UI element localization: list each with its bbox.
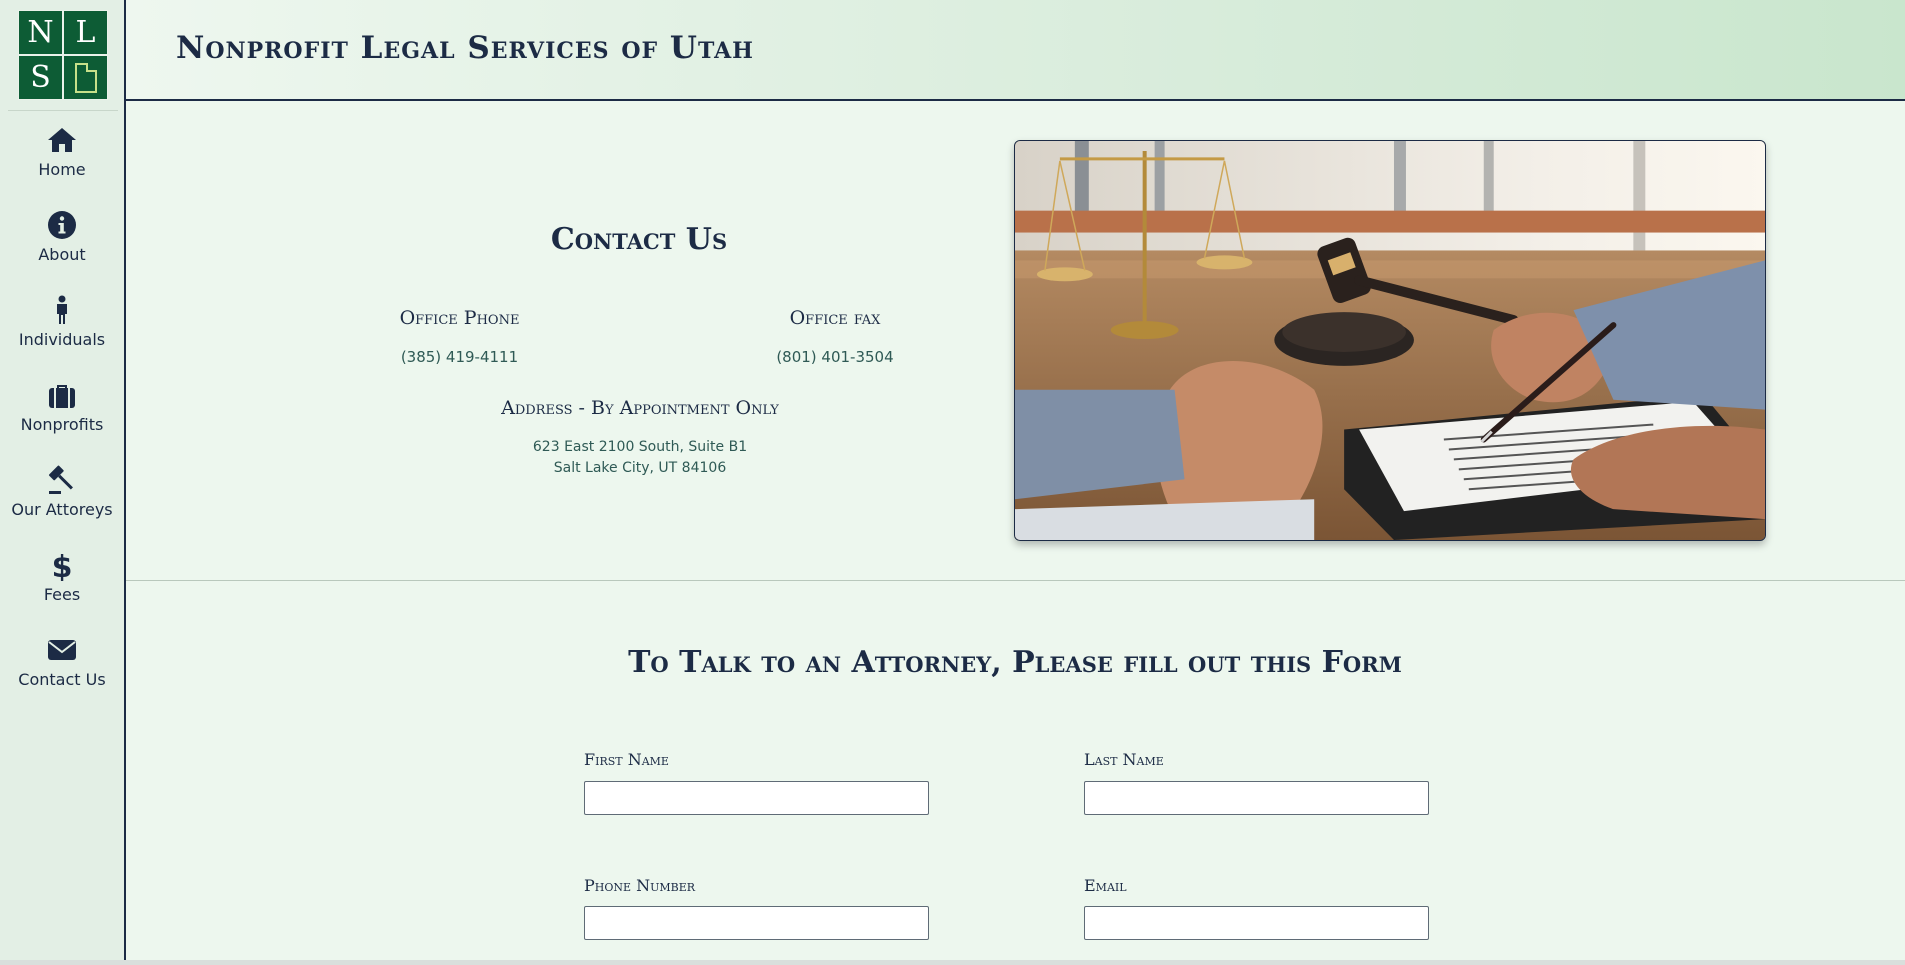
- envelope-icon: [48, 640, 76, 660]
- horizontal-scrollbar[interactable]: [0, 960, 1905, 965]
- logo-letter-l: L: [63, 10, 108, 55]
- email-input[interactable]: [1084, 906, 1429, 940]
- sidebar-item-label: Individuals: [18, 330, 106, 349]
- contact-title: Contact Us: [550, 222, 728, 257]
- site-title: Nonprofit Legal Services of Utah: [176, 30, 754, 66]
- sidebar-item-nonprofits[interactable]: Nonprofits: [0, 375, 124, 460]
- home-icon: [48, 128, 76, 152]
- logo-letter-s: S: [18, 55, 63, 100]
- email-label: Email: [1084, 876, 1127, 895]
- last-name-input[interactable]: [1084, 781, 1429, 815]
- logo-divider: [8, 110, 118, 111]
- sidebar-item-label: Home: [38, 160, 86, 179]
- first-name-label: First Name: [584, 750, 669, 769]
- briefcase-icon: [49, 385, 75, 408]
- sidebar-item-individuals[interactable]: Individuals: [0, 290, 124, 375]
- sidebar-item-label: Our Attoreys: [11, 500, 113, 519]
- logo-letter-n: N: [18, 10, 63, 55]
- office-phone-link[interactable]: (385) 419-4111: [372, 348, 547, 366]
- sidebar-item-attorneys[interactable]: Our Attoreys: [0, 460, 124, 545]
- sidebar-item-label: About: [38, 245, 86, 264]
- attorney-desk-photo: [1014, 140, 1766, 541]
- office-fax-label: Office fax: [789, 307, 881, 329]
- gavel-icon: [48, 465, 73, 494]
- sidebar-item-contact[interactable]: Contact Us: [0, 630, 124, 715]
- office-fax-value: (801) 401-3504: [776, 348, 894, 366]
- sidebar-item-label: Contact Us: [18, 670, 106, 689]
- svg-text:$: $: [52, 550, 73, 581]
- sidebar-item-about[interactable]: About: [0, 205, 124, 290]
- office-phone-label: Office Phone: [399, 307, 520, 329]
- address-label: Address - By Appointment Only: [501, 397, 779, 419]
- form-title: To Talk to an Attorney, Please fill out …: [628, 645, 1402, 680]
- sidebar-nav: Home About Individuals Nonprofits Our At…: [0, 120, 124, 715]
- last-name-label: Last Name: [1084, 750, 1164, 769]
- first-name-input[interactable]: [584, 781, 929, 815]
- sidebar-item-fees[interactable]: $ Fees: [0, 545, 124, 630]
- utah-state-icon: [63, 55, 108, 100]
- sidebar-item-label: Nonprofits: [20, 415, 104, 434]
- logo[interactable]: N L S: [18, 10, 108, 100]
- sidebar-item-home[interactable]: Home: [0, 120, 124, 205]
- sidebar: N L S Home About Individuals Nonprofits …: [0, 0, 126, 960]
- dollar-icon: $: [52, 550, 73, 581]
- section-divider: [126, 580, 1905, 581]
- phone-number-label: Phone Number: [584, 876, 696, 895]
- page-header: Nonprofit Legal Services of Utah: [126, 0, 1905, 101]
- address-line-1: 623 East 2100 South, Suite B1: [532, 439, 748, 455]
- person-icon: [57, 295, 67, 324]
- address-line-2: Salt Lake City, UT 84106: [553, 460, 727, 476]
- phone-number-input[interactable]: [584, 906, 929, 940]
- sidebar-item-label: Fees: [43, 585, 81, 604]
- info-icon: [48, 211, 76, 239]
